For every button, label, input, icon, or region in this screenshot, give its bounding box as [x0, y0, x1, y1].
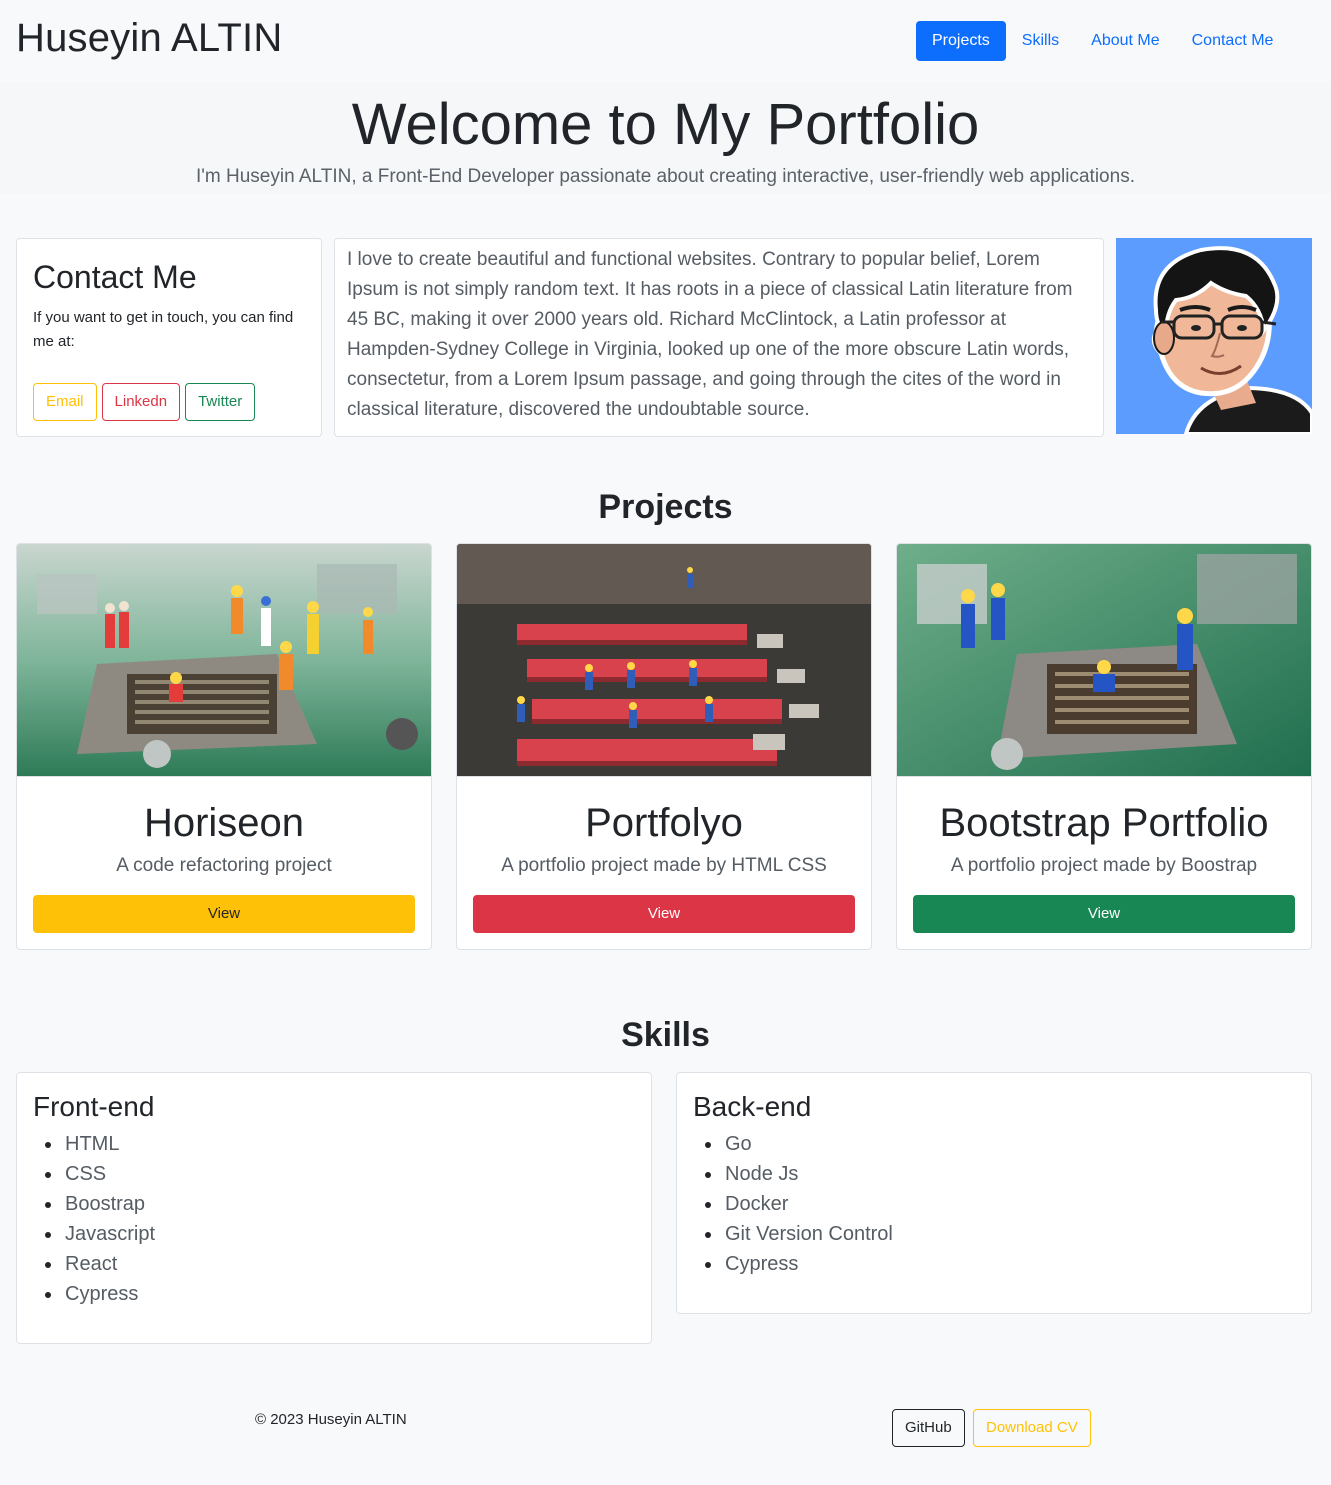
- project-desc: A portfolio project made by HTML CSS: [501, 855, 827, 876]
- project-image-portfolyo: [457, 544, 871, 777]
- nav-projects[interactable]: Projects: [916, 21, 1006, 61]
- brand-title[interactable]: Huseyin ALTIN: [16, 16, 282, 61]
- contact-title: Contact Me: [33, 259, 197, 295]
- project-card-bootstrap-portfolio: Bootstrap Portfolio A portfolio project …: [896, 543, 1312, 950]
- contact-card: Contact Me If you want to get in touch, …: [16, 238, 322, 437]
- about-text: I love to create beautiful and functiona…: [347, 249, 1073, 420]
- view-button-horiseon[interactable]: View: [33, 895, 415, 933]
- twitter-button[interactable]: Twitter: [185, 383, 256, 421]
- avatar-illustration: [1116, 238, 1312, 434]
- project-card-horiseon: Horiseon A code refactoring project View: [16, 543, 432, 950]
- project-card-portfolyo: Portfolyo A portfolio project made by HT…: [456, 543, 872, 950]
- list-item: Boostrap: [43, 1189, 635, 1219]
- github-button[interactable]: GitHub: [892, 1409, 965, 1447]
- hero-title: Welcome to My Portfolio: [351, 92, 980, 157]
- project-image-bootstrap-portfolio: [897, 544, 1311, 777]
- project-desc: A code refactoring project: [116, 855, 332, 876]
- project-image-horiseon: [17, 544, 431, 777]
- project-name: Bootstrap Portfolio: [939, 801, 1269, 845]
- nav-contact-me[interactable]: Contact Me: [1176, 21, 1290, 61]
- list-item: Cypress: [703, 1249, 1295, 1279]
- list-item: CSS: [43, 1159, 635, 1189]
- hero-section: Welcome to My Portfolio I'm Huseyin ALTI…: [0, 82, 1331, 194]
- contact-text: If you want to get in touch, you can fin…: [33, 309, 294, 350]
- list-item: Javascript: [43, 1219, 635, 1249]
- skills-backend-card: Back-end Go Node Js Docker Git Version C…: [676, 1072, 1312, 1314]
- skills-frontend-card: Front-end HTML CSS Boostrap Javascript R…: [16, 1072, 652, 1344]
- view-button-portfolyo[interactable]: View: [473, 895, 855, 933]
- list-item: Node Js: [703, 1159, 1295, 1189]
- nav-skills[interactable]: Skills: [1006, 21, 1075, 61]
- list-item: Docker: [703, 1189, 1295, 1219]
- contact-buttons: Email Linkedn Twitter: [33, 383, 256, 421]
- linkedin-button[interactable]: Linkedn: [101, 383, 181, 421]
- list-item: Go: [703, 1129, 1295, 1159]
- frontend-list: HTML CSS Boostrap Javascript React Cypre…: [33, 1129, 635, 1309]
- backend-title: Back-end: [693, 1091, 812, 1122]
- navbar: Huseyin ALTIN Projects Skills About Me C…: [0, 0, 1331, 82]
- view-button-bootstrap-portfolio[interactable]: View: [913, 895, 1295, 933]
- frontend-title: Front-end: [33, 1091, 155, 1122]
- projects-title: Projects: [598, 488, 733, 526]
- nav-links: Projects Skills About Me Contact Me: [916, 21, 1289, 61]
- list-item: HTML: [43, 1129, 635, 1159]
- hero-subtitle: I'm Huseyin ALTIN, a Front-End Developer…: [196, 166, 1135, 187]
- list-item: React: [43, 1249, 635, 1279]
- nav-about-me[interactable]: About Me: [1075, 21, 1175, 61]
- skills-title: Skills: [621, 1016, 710, 1054]
- project-name: Horiseon: [143, 801, 305, 845]
- avatar: [1116, 238, 1312, 434]
- project-desc: A portfolio project made by Boostrap: [950, 855, 1258, 876]
- project-name: Portfolyo: [585, 801, 743, 845]
- list-item: Git Version Control: [703, 1219, 1295, 1249]
- email-button[interactable]: Email: [33, 383, 97, 421]
- download-cv-button[interactable]: Download CV: [973, 1409, 1091, 1447]
- list-item: Cypress: [43, 1279, 635, 1309]
- about-card: I love to create beautiful and functiona…: [334, 238, 1104, 437]
- copyright-text: © 2023 Huseyin ALTIN: [255, 1411, 407, 1428]
- backend-list: Go Node Js Docker Git Version Control Cy…: [693, 1129, 1295, 1279]
